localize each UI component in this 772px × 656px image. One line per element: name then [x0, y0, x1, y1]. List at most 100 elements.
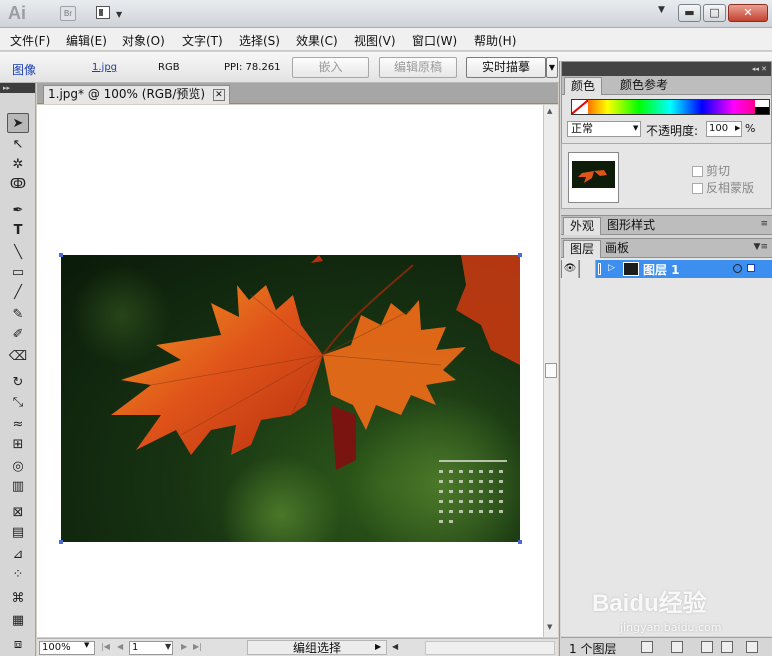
tab-appearance[interactable]: 外观 — [563, 217, 602, 235]
gradient-tool-icon[interactable]: ▤ — [7, 523, 29, 543]
menu-type[interactable]: 文字(T) — [182, 32, 223, 49]
selection-handle-top-right[interactable] — [518, 253, 522, 257]
linked-file-link[interactable]: 1.jpg — [92, 62, 117, 73]
visibility-eye-icon[interactable]: 👁 — [562, 260, 579, 278]
pen-tool-icon[interactable]: ✒ — [7, 201, 29, 221]
tab-graphic-styles[interactable]: 图形样式 — [601, 217, 661, 235]
layer-name[interactable]: 图层 1 — [643, 261, 680, 278]
trash-icon[interactable] — [746, 641, 758, 653]
menu-select[interactable]: 选择(S) — [239, 32, 280, 49]
make-clipping-mask-icon[interactable] — [671, 641, 683, 653]
menu-effect[interactable]: 效果(C) — [296, 32, 338, 49]
next-artboard-icon[interactable]: ▶ — [181, 642, 187, 651]
menu-help[interactable]: 帮助(H) — [474, 32, 516, 49]
new-layer-icon[interactable] — [721, 641, 733, 653]
eraser-tool-icon[interactable]: ⌫ — [7, 347, 29, 367]
status-menu-icon[interactable]: ▶ — [375, 642, 381, 651]
embed-button[interactable]: 嵌入 — [292, 57, 369, 78]
document-tab[interactable]: 1.jpg* @ 100% (RGB/预览) ✕ — [43, 85, 230, 104]
panel-menu-icon[interactable]: ≡ — [760, 219, 768, 229]
scroll-thumb[interactable] — [545, 363, 557, 378]
artboard-tool-icon[interactable]: ⧈ — [7, 635, 29, 655]
pencil-tool-icon[interactable]: ✎ — [7, 305, 29, 325]
type-tool-icon[interactable]: T — [7, 221, 29, 241]
graph-tool-icon[interactable]: ▥ — [7, 477, 29, 497]
column-graph-tool-icon[interactable]: ▦ — [7, 611, 29, 631]
invert-mask-option[interactable]: 反相蒙版 — [692, 179, 754, 196]
lock-toggle[interactable] — [580, 260, 596, 278]
direct-selection-tool-icon[interactable]: ↖ — [7, 135, 29, 155]
selection-handle-bottom-left[interactable] — [59, 540, 63, 544]
last-artboard-icon[interactable]: ▶| — [193, 642, 202, 651]
mesh-tool-icon[interactable]: ⊠ — [7, 503, 29, 523]
tab-color-guide[interactable]: 颜色参考 — [614, 77, 674, 95]
none-swatch-icon[interactable] — [572, 100, 588, 114]
tracing-presets-dropdown[interactable]: ▼ — [546, 57, 558, 78]
selection-handle-top-left[interactable] — [59, 253, 63, 257]
chevron-down-icon[interactable]: ▼ — [633, 124, 638, 132]
close-tab-icon[interactable]: ✕ — [212, 88, 225, 101]
invert-mask-checkbox[interactable] — [692, 183, 703, 194]
black-white-swatch[interactable] — [755, 100, 769, 114]
scroll-down-icon[interactable]: ▼ — [547, 623, 552, 631]
zoom-dropdown-icon[interactable]: ▼ — [84, 641, 89, 649]
minimize-button[interactable]: ▬ — [678, 4, 701, 22]
edit-original-button[interactable]: 编辑原稿 — [379, 57, 457, 78]
horizontal-scrollbar[interactable] — [425, 641, 555, 655]
maple-leaf-image — [71, 255, 520, 542]
blend-tool-icon[interactable]: ⁘ — [7, 565, 29, 585]
color-spectrum[interactable] — [571, 99, 770, 115]
free-transform-tool-icon[interactable]: ⊞ — [7, 435, 29, 455]
warp-tool-icon[interactable]: ≈ — [7, 415, 29, 435]
scale-tool-icon[interactable]: ⤡ — [7, 393, 29, 413]
placed-image[interactable] — [61, 255, 520, 542]
symbol-sprayer-tool-icon[interactable]: ⌘ — [7, 589, 29, 609]
magic-wand-tool-icon[interactable]: ✲ — [7, 155, 29, 175]
expand-triangle-icon[interactable]: ▷ — [608, 263, 615, 273]
menu-window[interactable]: 窗口(W) — [412, 32, 457, 49]
menu-object[interactable]: 对象(O) — [122, 32, 165, 49]
menu-view[interactable]: 视图(V) — [354, 32, 396, 49]
previous-artboard-icon[interactable]: ◀ — [117, 642, 123, 651]
object-type-label[interactable]: 图像 — [12, 61, 36, 78]
tab-color[interactable]: 颜色 — [564, 77, 603, 95]
layer-selection-indicator[interactable] — [747, 264, 755, 272]
workspace-dropdown-icon[interactable]: ▼ — [658, 5, 665, 15]
rectangle-tool-icon[interactable]: ▭ — [7, 263, 29, 283]
panel-collapse-icon[interactable]: ◂◂ ✕ — [562, 62, 771, 76]
artboard-dropdown-icon[interactable]: ▼ — [165, 642, 171, 651]
menu-edit[interactable]: 编辑(E) — [66, 32, 107, 49]
close-button[interactable]: ✕ — [728, 4, 768, 22]
status-field[interactable]: 编组选择 — [247, 640, 387, 655]
selection-tool-icon[interactable]: ➤ — [7, 113, 29, 133]
bridge-button[interactable]: Br — [60, 6, 76, 21]
scroll-left-icon[interactable]: ◀ — [392, 642, 398, 651]
locate-object-icon[interactable] — [641, 641, 653, 653]
maximize-button[interactable]: □ — [703, 4, 726, 22]
blend-mode-select[interactable]: 正常 — [567, 121, 641, 137]
vertical-scrollbar[interactable]: ▲ ▼ — [543, 105, 558, 637]
lasso-tool-icon[interactable]: ↂ — [7, 175, 29, 195]
rotate-tool-icon[interactable]: ↻ — [7, 373, 29, 393]
live-trace-button[interactable]: 实时描摹 — [466, 57, 546, 78]
shape-builder-tool-icon[interactable]: ◎ — [7, 457, 29, 477]
new-sublayer-icon[interactable] — [701, 641, 713, 653]
layer-row[interactable]: 👁 ▷ 图层 1 — [561, 260, 772, 278]
workspace-switcher[interactable]: ▼ — [96, 6, 126, 21]
opacity-slider-icon[interactable]: ▶ — [735, 124, 740, 132]
paintbrush-tool-icon[interactable]: ╱ — [7, 283, 29, 303]
toolbox-grip[interactable]: ▸▸ — [0, 83, 35, 93]
selection-handle-bottom-right[interactable] — [518, 540, 522, 544]
panel-menu-icon[interactable]: ▼≡ — [754, 242, 768, 252]
tab-artboards[interactable]: 画板 — [599, 240, 635, 258]
blob-brush-tool-icon[interactable]: ✐ — [7, 325, 29, 345]
menu-file[interactable]: 文件(F) — [10, 32, 50, 49]
clip-checkbox[interactable] — [692, 166, 703, 177]
tab-layers[interactable]: 图层 — [563, 240, 602, 258]
eyedropper-tool-icon[interactable]: ⊿ — [7, 545, 29, 565]
scroll-up-icon[interactable]: ▲ — [547, 107, 552, 115]
line-tool-icon[interactable]: ╲ — [7, 243, 29, 263]
clip-option[interactable]: 剪切 — [692, 162, 730, 179]
layer-target-icon[interactable] — [733, 264, 742, 273]
first-artboard-icon[interactable]: |◀ — [101, 642, 110, 651]
